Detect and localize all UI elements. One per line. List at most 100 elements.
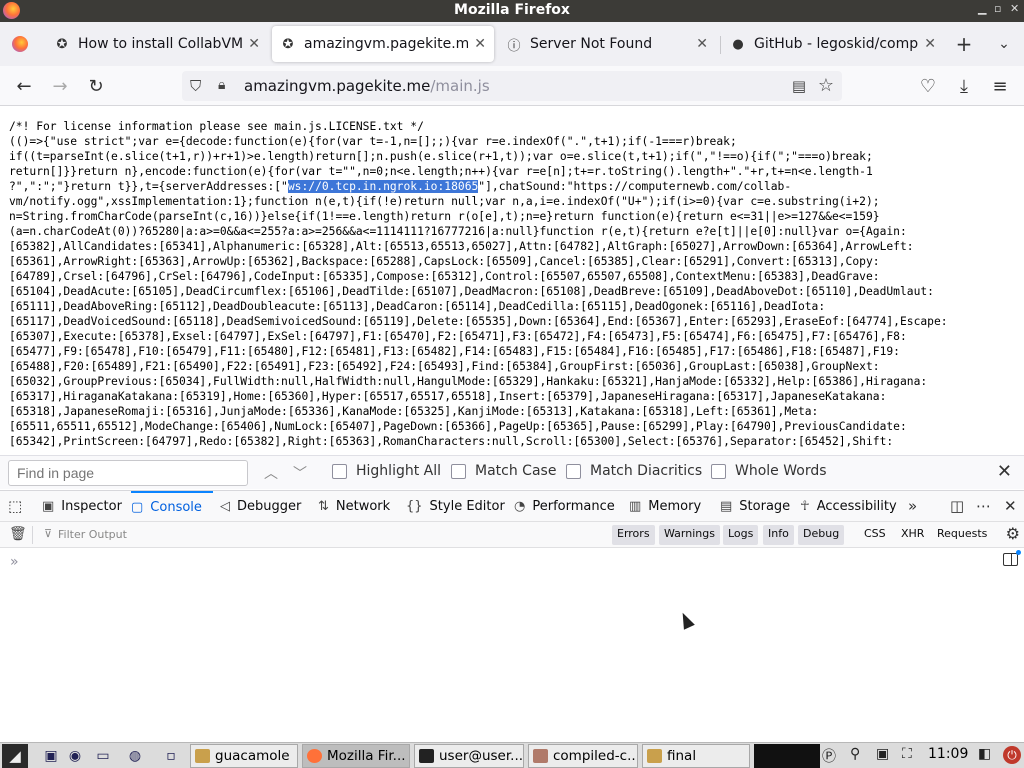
tab-storage[interactable]: ▤ Storage bbox=[720, 491, 790, 522]
downloads-icon[interactable]: ⤓ bbox=[952, 74, 976, 98]
url-bar[interactable]: ⛉ 🔒︎ amazingvm.pagekite.me/main.js ▤ ☆ bbox=[182, 71, 842, 101]
start-menu-icon[interactable]: ◢ bbox=[2, 744, 28, 768]
files-launcher-icon[interactable]: ▭ bbox=[92, 746, 114, 766]
level-info-toggle[interactable]: Info bbox=[763, 525, 794, 545]
task-label: user@user... bbox=[439, 748, 524, 764]
new-tab-icon[interactable]: + bbox=[952, 32, 976, 56]
match-case-checkbox[interactable]: Match Case bbox=[451, 463, 556, 479]
source-line: [65032],GroupPrevious:[65034],FullWidth:… bbox=[9, 375, 928, 388]
highlight-all-checkbox[interactable]: Highlight All bbox=[332, 463, 441, 479]
clock[interactable]: 11:09 bbox=[928, 746, 968, 762]
app-menu-icon[interactable]: ≡ bbox=[988, 74, 1012, 98]
whole-words-checkbox[interactable]: Whole Words bbox=[711, 463, 827, 479]
network-tray-icon[interactable]: ⛶ bbox=[902, 746, 912, 762]
console-icon: ▢ bbox=[131, 500, 144, 515]
forward-icon[interactable]: → bbox=[48, 74, 72, 98]
task-terminal[interactable]: user@user... bbox=[414, 744, 524, 768]
bookmark-star-icon[interactable]: ☆ bbox=[818, 75, 834, 96]
tab-collabvm-install[interactable]: ✪ How to install CollabVM/1 ✕ bbox=[46, 26, 268, 62]
network-icon: ⇅ bbox=[318, 499, 329, 514]
tab-performance[interactable]: ◔ Performance bbox=[514, 491, 615, 522]
match-diacritics-checkbox[interactable]: Match Diacritics bbox=[566, 463, 702, 479]
task-firefox[interactable]: Mozilla Fir... bbox=[302, 744, 410, 768]
editor-mode-toggle-icon[interactable] bbox=[1003, 553, 1018, 566]
css-filter-toggle[interactable]: CSS bbox=[864, 527, 886, 540]
close-devtools-icon[interactable]: ✕ bbox=[1004, 497, 1017, 515]
source-line: [65342],PrintScreen:[64797],Redo:[65382]… bbox=[9, 435, 894, 448]
desktop-switcher-icon[interactable]: ▫ bbox=[160, 746, 182, 766]
source-line: [65317],HiraganaKatakana:[65319],Home:[6… bbox=[9, 390, 887, 403]
puzzle-icon: ✪ bbox=[282, 36, 294, 52]
task-final[interactable]: final bbox=[642, 744, 750, 768]
console-output[interactable]: » bbox=[0, 548, 1024, 742]
web-launcher-icon[interactable]: ◉ bbox=[64, 746, 86, 766]
source-line-with-highlight: ?",":";"}return t}},t={serverAddresses:[… bbox=[9, 179, 1024, 194]
close-window-icon[interactable]: ✕ bbox=[1010, 2, 1019, 15]
level-warnings-toggle[interactable]: Warnings bbox=[659, 525, 720, 545]
tab-console[interactable]: ▢ Console bbox=[131, 491, 213, 522]
requests-filter-toggle[interactable]: Requests bbox=[937, 527, 987, 540]
reload-icon[interactable]: ↻ bbox=[84, 74, 108, 98]
more-tools-icon[interactable]: » bbox=[908, 497, 917, 515]
tab-label: Debugger bbox=[237, 499, 302, 514]
source-fragment: ?",":";"}return t}},t={serverAddresses:[… bbox=[9, 180, 288, 193]
tab-accessibility[interactable]: ☥ Accessibility bbox=[800, 491, 897, 522]
tracking-shield-icon[interactable]: ⛉ bbox=[190, 77, 201, 95]
find-previous-icon[interactable]: ︿ bbox=[264, 463, 278, 483]
tab-label: Storage bbox=[739, 499, 791, 514]
clear-console-icon[interactable]: 🗑︎ bbox=[9, 526, 27, 542]
tab-amazingvm[interactable]: ✪ amazingvm.pagekite.me/ ✕ bbox=[272, 26, 494, 62]
tab-label: Memory bbox=[648, 499, 702, 514]
performance-icon: ◔ bbox=[514, 499, 526, 514]
dock-toggle-icon[interactable]: ◫ bbox=[950, 497, 964, 515]
level-errors-toggle[interactable]: Errors bbox=[612, 525, 655, 545]
site-info-icon[interactable]: 🔒︎ bbox=[218, 77, 225, 93]
volume-icon[interactable]: ◧ bbox=[978, 746, 991, 762]
reader-view-icon[interactable]: ▤ bbox=[792, 77, 806, 95]
tab-style-editor[interactable]: {} Style Editor bbox=[406, 491, 505, 522]
xhr-filter-toggle[interactable]: XHR bbox=[901, 527, 924, 540]
console-settings-gear-icon[interactable]: ⚙ bbox=[1006, 524, 1020, 543]
find-next-icon[interactable]: ﹀ bbox=[293, 463, 307, 483]
firefox-launcher-icon[interactable]: ◍ bbox=[124, 746, 146, 766]
os-taskbar: ◢ ▣ ◉ ▭ ◍ ▫ guacamole Mozilla Fir... use… bbox=[0, 742, 1024, 768]
url-text[interactable]: amazingvm.pagekite.me/main.js bbox=[244, 77, 490, 95]
restore-icon[interactable]: ▫ bbox=[994, 2, 1001, 15]
level-logs-toggle[interactable]: Logs bbox=[723, 525, 759, 545]
pkg-updater-icon[interactable]: Ⓟ bbox=[822, 746, 836, 766]
close-tab-icon[interactable]: ✕ bbox=[696, 36, 708, 52]
tab-memory[interactable]: ▥ Memory bbox=[629, 491, 701, 522]
terminal-launcher-icon[interactable]: ▣ bbox=[40, 746, 62, 766]
source-line: [65307],Execute:[65378],Exsel:[64797],Ex… bbox=[9, 330, 907, 343]
back-icon[interactable]: ← bbox=[12, 74, 36, 98]
devtools-menu-icon[interactable]: ⋯ bbox=[976, 497, 991, 515]
checkbox-box[interactable] bbox=[566, 463, 581, 479]
task-compiled[interactable]: compiled-c... bbox=[528, 744, 638, 768]
checkbox-box[interactable] bbox=[711, 463, 726, 479]
close-tab-icon[interactable]: ✕ bbox=[248, 36, 260, 52]
source-line: [65477],F9:[65478],F10:[65479],F11:[6548… bbox=[9, 345, 900, 358]
pocket-icon[interactable]: ♡ bbox=[916, 74, 940, 98]
checkbox-box[interactable] bbox=[451, 463, 466, 479]
power-icon[interactable]: ⏻ bbox=[1003, 746, 1021, 764]
minimize-icon[interactable]: ▁ bbox=[978, 2, 986, 15]
level-debug-toggle[interactable]: Debug bbox=[798, 525, 845, 545]
search-icon[interactable]: ⚲ bbox=[850, 746, 860, 762]
tab-github[interactable]: ● GitHub - legoskid/compile ✕ bbox=[722, 26, 944, 62]
filter-output-input[interactable]: Filter Output bbox=[58, 528, 127, 541]
close-tab-icon[interactable]: ✕ bbox=[924, 36, 936, 52]
find-input[interactable] bbox=[8, 460, 248, 486]
firefox-view-icon[interactable] bbox=[8, 32, 32, 56]
tab-server-not-found[interactable]: ⓘ Server Not Found ✕ bbox=[498, 26, 716, 62]
clipboard-icon[interactable]: ▣ bbox=[876, 746, 889, 762]
task-guacamole[interactable]: guacamole bbox=[190, 744, 298, 768]
element-picker-icon[interactable]: ⬚ bbox=[8, 497, 22, 515]
close-tab-icon[interactable]: ✕ bbox=[474, 36, 486, 52]
tab-network[interactable]: ⇅ Network bbox=[318, 491, 390, 522]
checkbox-box[interactable] bbox=[332, 463, 347, 479]
console-input-prompt[interactable]: » bbox=[10, 554, 19, 570]
tab-inspector[interactable]: ▣ Inspector bbox=[42, 491, 122, 522]
tab-debugger[interactable]: ◁ Debugger bbox=[220, 491, 301, 522]
list-all-tabs-icon[interactable]: ⌄ bbox=[992, 32, 1016, 56]
close-findbar-icon[interactable]: ✕ bbox=[997, 461, 1012, 482]
